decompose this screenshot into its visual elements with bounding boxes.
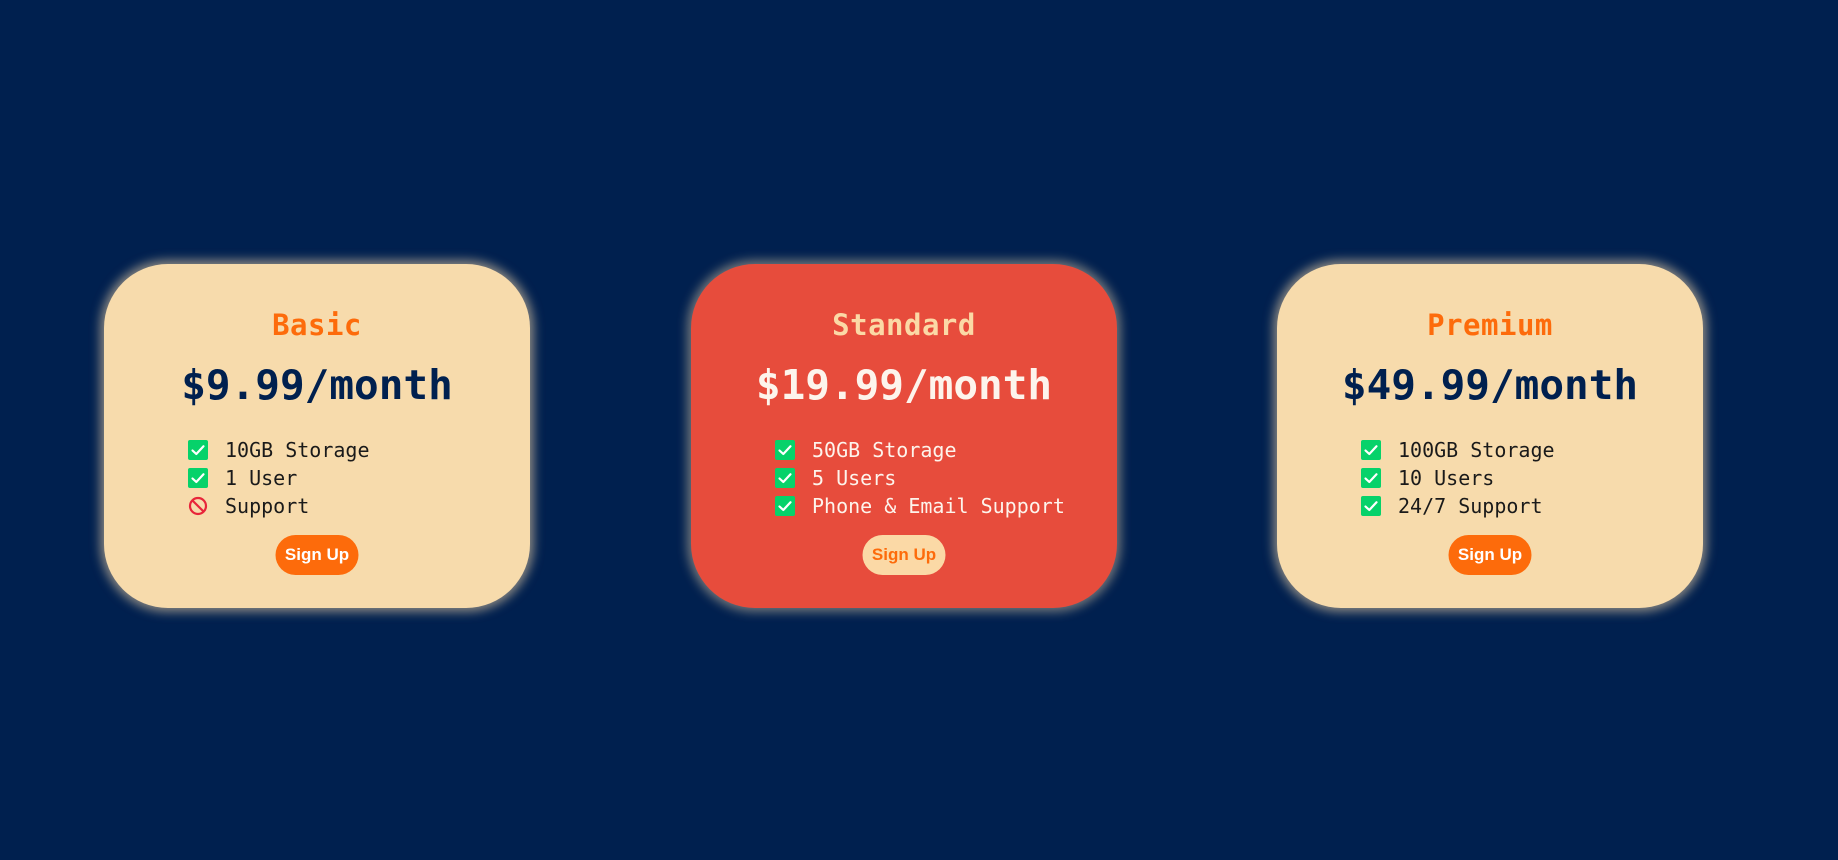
feature-item: 5 Users [775,464,1065,492]
check-icon [188,468,208,488]
feature-text: 100GB Storage [1398,438,1555,462]
feature-text: Phone & Email Support [812,494,1065,518]
feature-item: 50GB Storage [775,436,1065,464]
check-icon [775,440,795,460]
plan-card-basic: Basic $9.99/month 10GB Storage 1 User Su… [104,264,530,608]
feature-list: 50GB Storage 5 Users Phone & Email Suppo… [775,436,1065,520]
plan-card-standard: Standard $19.99/month 50GB Storage 5 Use… [691,264,1117,608]
feature-text: 10GB Storage [225,438,370,462]
plan-name: Standard [832,308,976,342]
plan-name: Premium [1427,308,1553,342]
check-icon [1361,440,1381,460]
check-icon [775,496,795,516]
plan-price: $19.99/month [755,361,1053,409]
plan-name: Basic [272,308,362,342]
plan-card-premium: Premium $49.99/month 100GB Storage 10 Us… [1277,264,1703,608]
prohibited-icon [188,496,208,516]
feature-item: 10GB Storage [188,436,370,464]
feature-item: 10 Users [1361,464,1555,492]
sign-up-button-standard[interactable]: Sign Up [862,535,946,575]
feature-item: Support [188,492,370,520]
feature-text: 50GB Storage [812,438,957,462]
feature-list: 100GB Storage 10 Users 24/7 Support [1361,436,1555,520]
feature-text: 5 Users [812,466,897,490]
plan-price: $9.99/month [181,361,453,409]
feature-text: 24/7 Support [1398,494,1543,518]
check-icon [188,440,208,460]
sign-up-button-premium[interactable]: Sign Up [1448,535,1532,575]
check-icon [1361,468,1381,488]
feature-text: Support [225,494,310,518]
feature-item: 1 User [188,464,370,492]
feature-text: 10 Users [1398,466,1495,490]
feature-item: 24/7 Support [1361,492,1555,520]
sign-up-button-basic[interactable]: Sign Up [275,535,359,575]
feature-list: 10GB Storage 1 User Support [188,436,370,520]
check-icon [1361,496,1381,516]
feature-item: 100GB Storage [1361,436,1555,464]
feature-text: 1 User [225,466,298,490]
plan-price: $49.99/month [1341,361,1639,409]
feature-item: Phone & Email Support [775,492,1065,520]
pricing-cards: Basic $9.99/month 10GB Storage 1 User Su… [0,264,1838,608]
check-icon [775,468,795,488]
